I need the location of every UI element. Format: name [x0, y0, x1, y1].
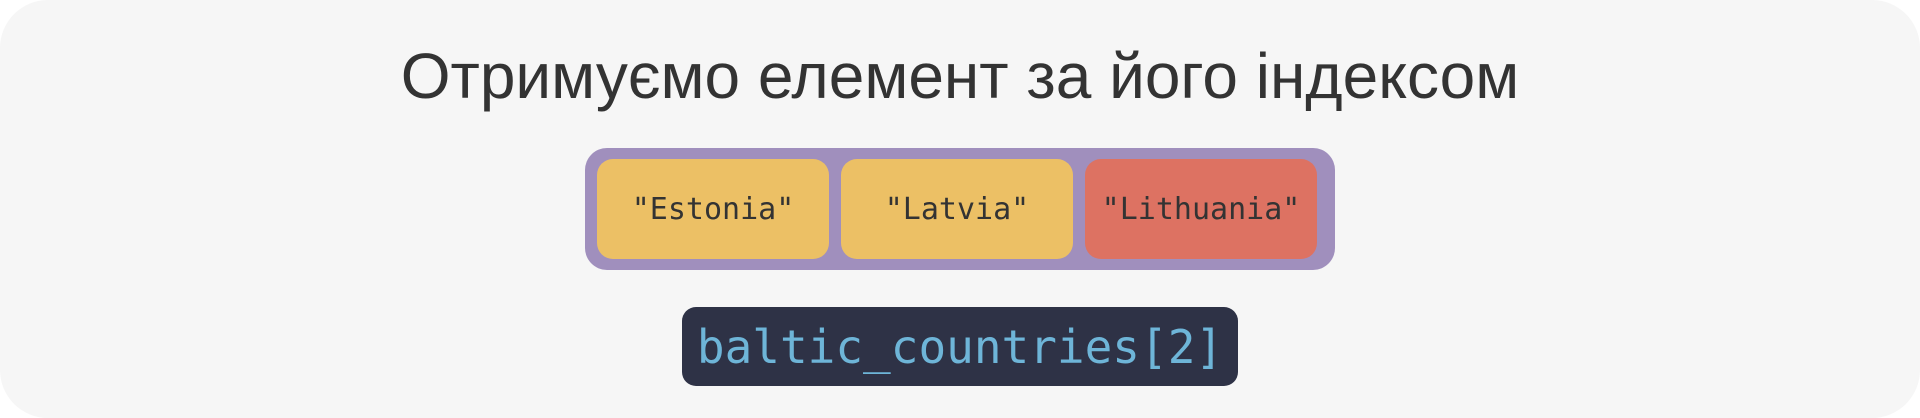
- array-container: "Estonia" "Latvia" "Lithuania": [585, 148, 1335, 270]
- diagram-title: Отримуємо елемент за його індексом: [400, 40, 1520, 112]
- code-expression: baltic_countries[2]: [682, 307, 1238, 386]
- array-cell-0: "Estonia": [597, 159, 829, 259]
- array-cell-2-selected: "Lithuania": [1085, 159, 1317, 259]
- diagram-canvas: Отримуємо елемент за його індексом "Esto…: [0, 0, 1920, 418]
- array-cell-1: "Latvia": [841, 159, 1073, 259]
